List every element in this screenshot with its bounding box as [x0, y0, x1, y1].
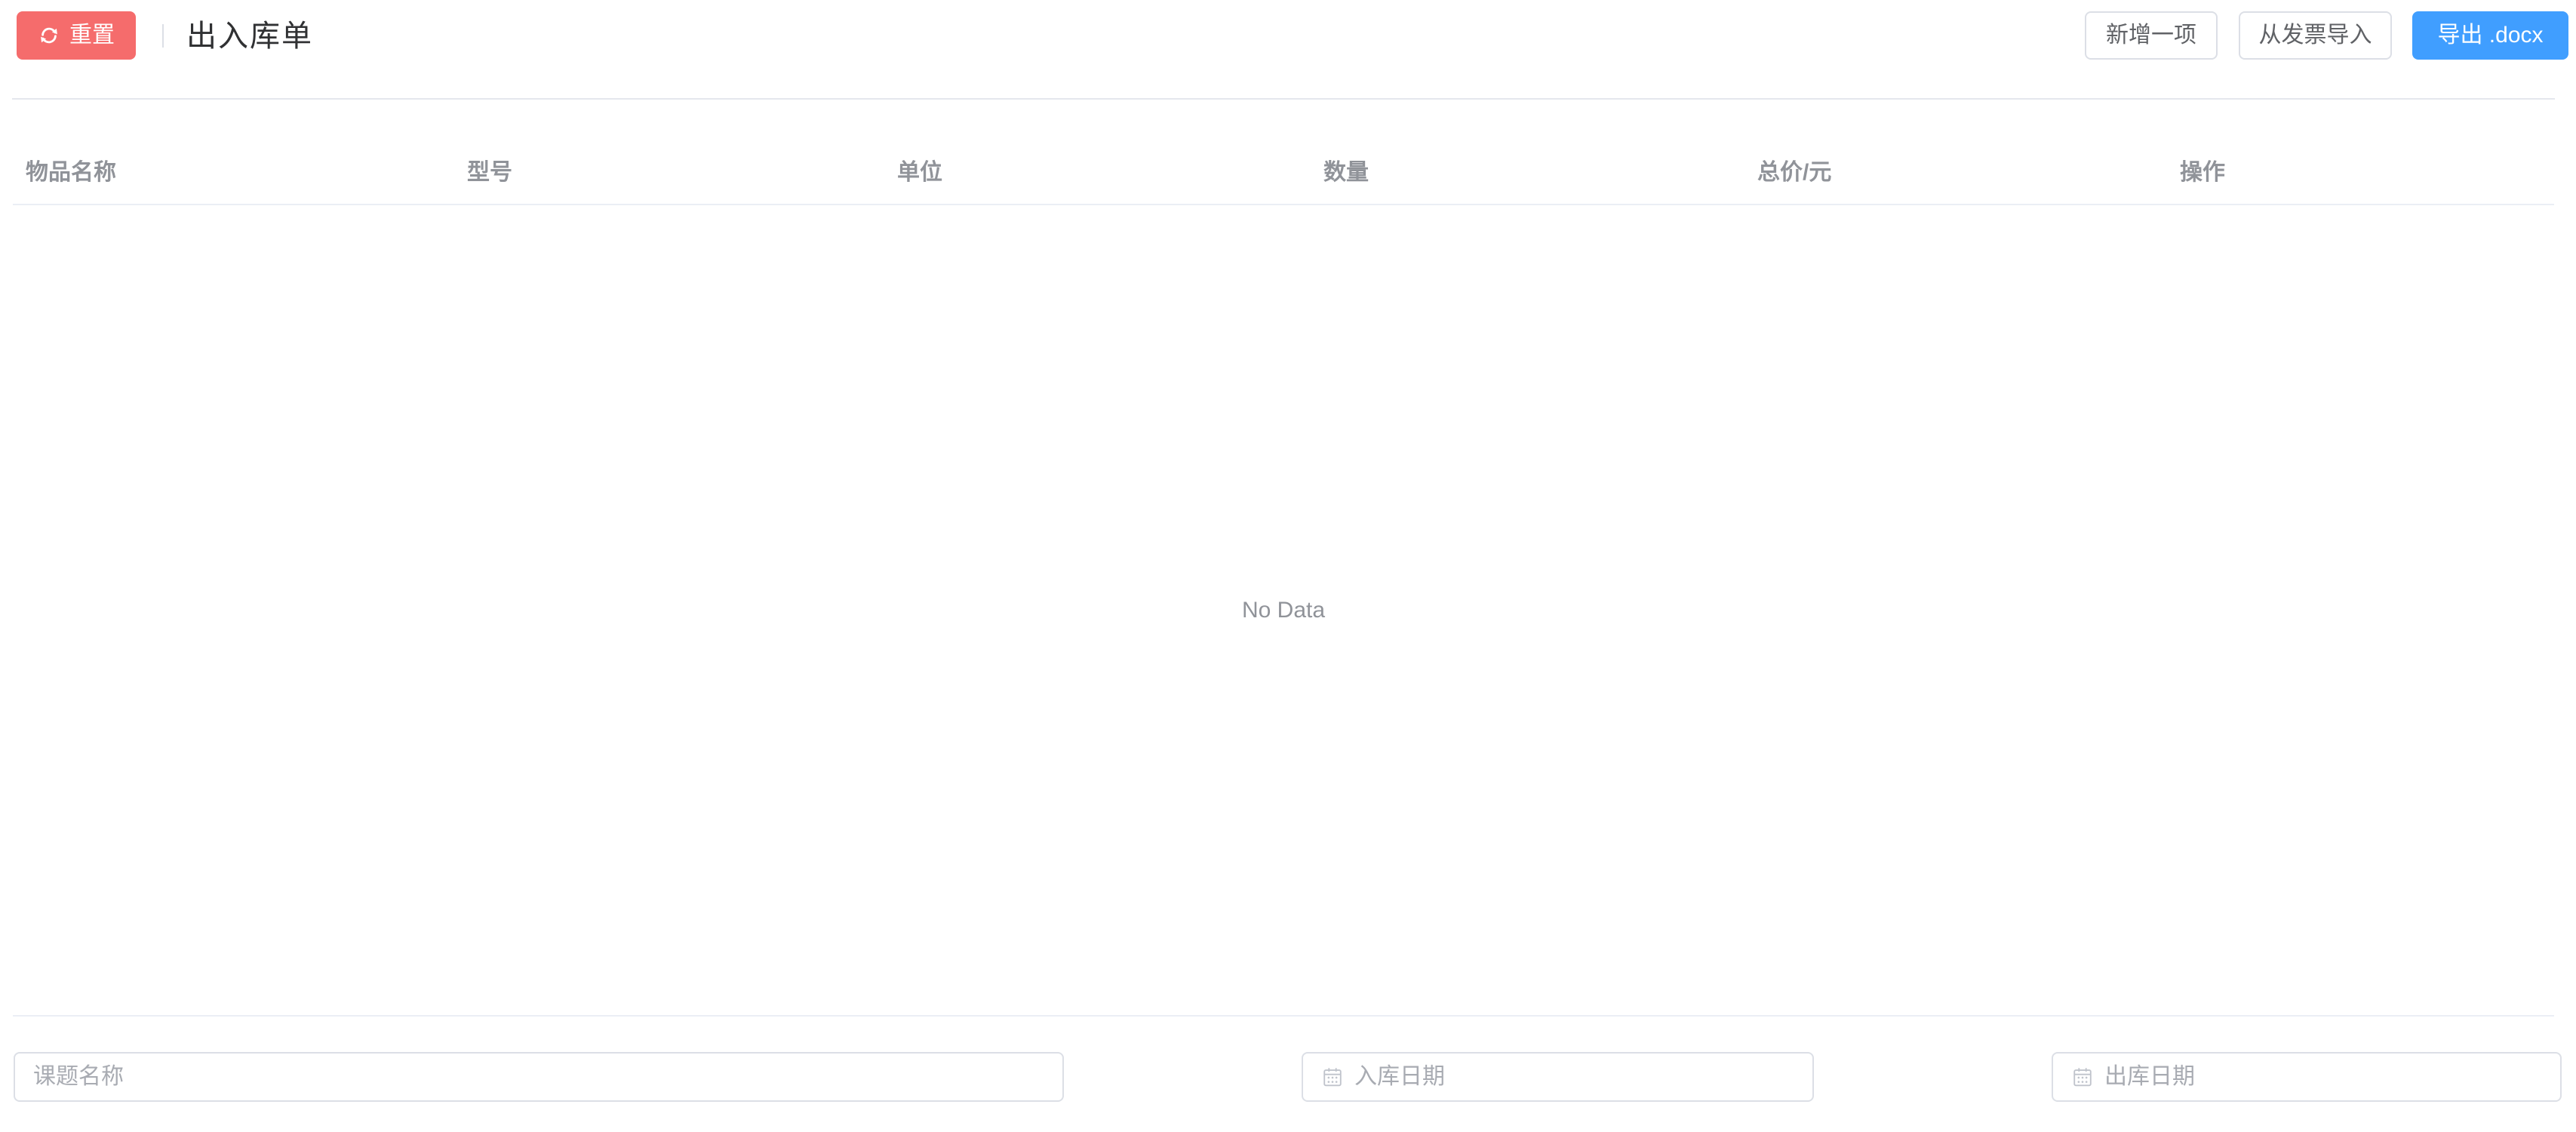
- calendar-icon: [2071, 1066, 2094, 1088]
- column-header-model: 型号: [467, 160, 512, 185]
- refresh-icon: [38, 24, 60, 47]
- in-date-input[interactable]: [1302, 1052, 1814, 1102]
- column-header-unit: 单位: [897, 160, 942, 185]
- calendar-icon: [1321, 1066, 1344, 1088]
- import-invoice-button[interactable]: 从发票导入: [2239, 11, 2392, 60]
- project-name-input[interactable]: [14, 1052, 1064, 1102]
- table-header-row: 物品名称 型号 单位 数量 总价/元 操作: [13, 100, 2554, 205]
- items-table: 物品名称 型号 单位 数量 总价/元 操作 No Data: [13, 100, 2554, 1017]
- reset-button-label: 重置: [69, 23, 115, 48]
- project-name-field[interactable]: [33, 1064, 1044, 1090]
- page-title: 出入库单: [186, 20, 313, 53]
- table-empty-state: No Data: [13, 205, 2554, 1017]
- inventory-page: 重置 出入库单 新增一项 从发票导入 导出 .docx 物品名称 型号 单位 数…: [0, 0, 2576, 1132]
- add-item-button[interactable]: 新增一项: [2085, 11, 2218, 60]
- export-docx-button[interactable]: 导出 .docx: [2412, 11, 2568, 60]
- column-header-quantity: 数量: [1323, 160, 1369, 185]
- reset-button[interactable]: 重置: [17, 11, 136, 60]
- column-header-item-name: 物品名称: [26, 160, 116, 185]
- in-date-field[interactable]: [1354, 1064, 1794, 1090]
- column-header-actions: 操作: [2180, 160, 2225, 185]
- out-date-input[interactable]: [2052, 1052, 2562, 1102]
- no-data-text: No Data: [1241, 597, 1326, 623]
- out-date-field[interactable]: [2104, 1064, 2542, 1090]
- title-divider: [162, 24, 164, 48]
- column-header-total-price: 总价/元: [1757, 160, 1832, 185]
